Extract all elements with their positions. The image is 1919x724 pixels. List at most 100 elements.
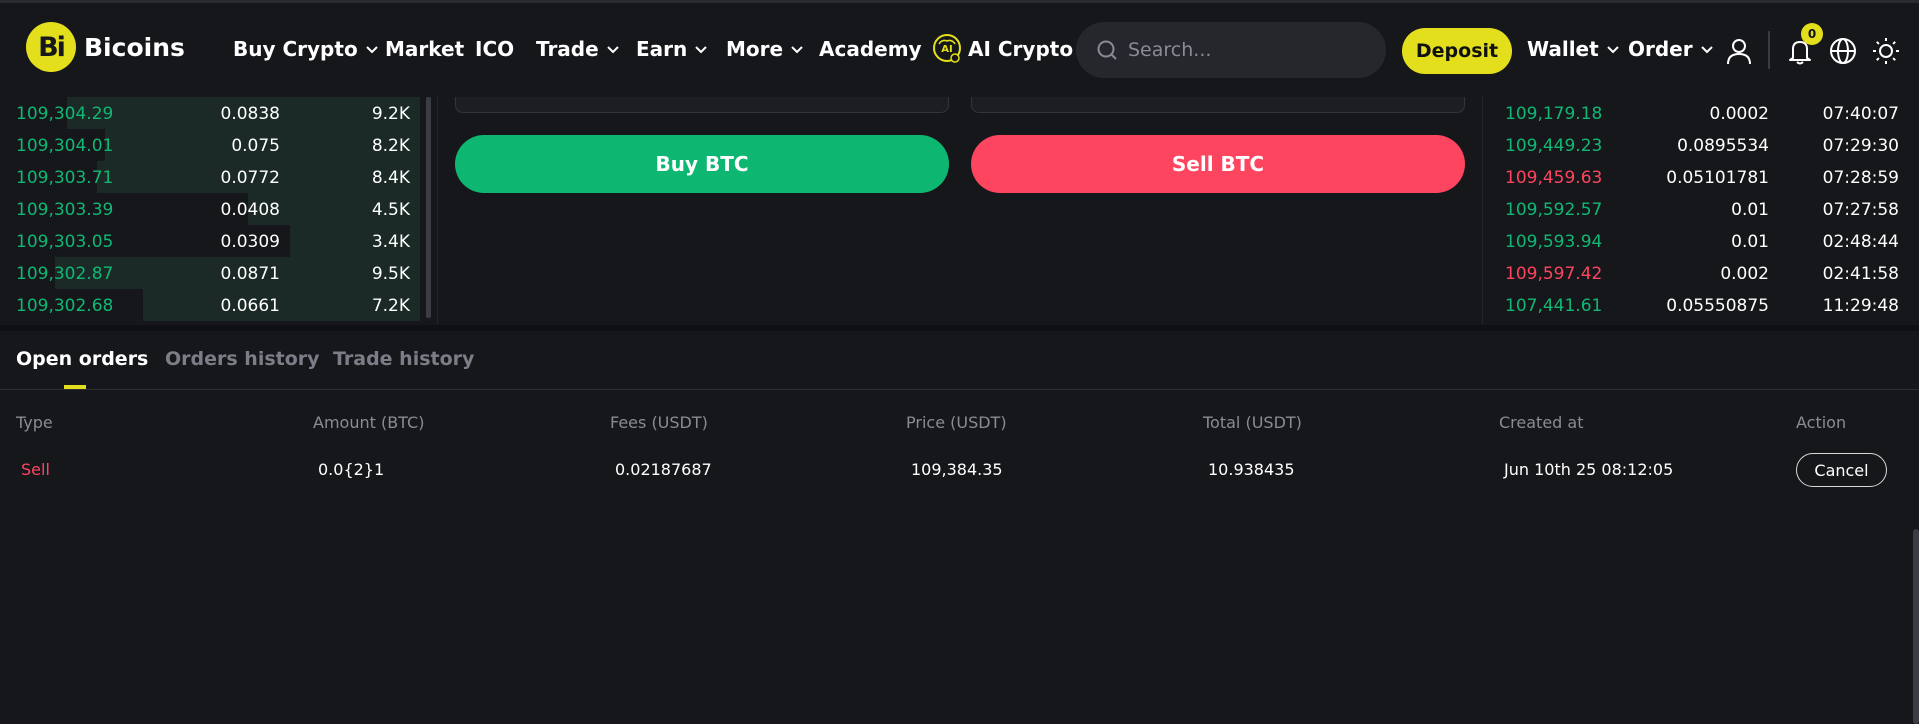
search-icon <box>1097 40 1117 60</box>
order-book: 109,304.29 0.0838 9.2K 109,304.01 0.075 … <box>0 97 431 325</box>
trade-row: 109,593.94 0.01 02:48:44 <box>1489 225 1919 257</box>
order-total: 10.938435 <box>1208 460 1295 479</box>
ai-brain-icon: AI <box>933 34 961 63</box>
chevron-down-icon <box>791 46 803 54</box>
orderbook-amount: 0.0309 <box>220 232 280 252</box>
orderbook-row[interactable]: 109,302.87 0.0871 9.5K <box>0 257 420 289</box>
trade-row: 109,449.23 0.0895534 07:29:30 <box>1489 129 1919 161</box>
trade-price: 109,592.57 <box>1505 200 1603 220</box>
trade-time: 07:28:59 <box>1822 168 1899 188</box>
orderbook-total: 8.4K <box>371 168 410 188</box>
nav-market[interactable]: Market <box>385 37 464 61</box>
tab-orders-history[interactable]: Orders history <box>165 348 320 370</box>
logo-text: Bicoins <box>84 32 185 62</box>
nav-academy[interactable]: Academy <box>819 37 922 61</box>
nav-trade[interactable]: Trade <box>536 37 621 61</box>
trade-amount: 0.0002 <box>1709 104 1769 124</box>
trade-row: 107,441.61 0.05550875 11:29:48 <box>1489 289 1919 321</box>
trade-price: 109,597.42 <box>1505 264 1603 284</box>
nav-wallet[interactable]: Wallet <box>1527 37 1621 61</box>
nav-earn[interactable]: Earn <box>636 37 709 61</box>
trade-time: 07:27:58 <box>1822 200 1899 220</box>
nav-buy-crypto[interactable]: Buy Crypto <box>233 37 380 61</box>
column-header-total: Total (USDT) <box>1203 413 1302 432</box>
column-header-type: Type <box>16 413 53 432</box>
svg-text:AI: AI <box>941 44 952 55</box>
trade-time: 07:29:30 <box>1822 136 1899 156</box>
trade-amount: 0.0895534 <box>1677 136 1769 156</box>
nav-ai-crypto[interactable]: AI AI Crypto <box>930 32 1073 66</box>
trade-price: 107,441.61 <box>1505 296 1603 316</box>
notification-count-badge: 0 <box>1801 23 1823 45</box>
chevron-down-icon <box>1606 46 1619 54</box>
chevron-down-icon <box>695 46 707 54</box>
trade-price: 109,179.18 <box>1505 104 1603 124</box>
nav-ico[interactable]: ICO <box>475 37 514 61</box>
trade-price: 109,449.23 <box>1505 136 1603 156</box>
orderbook-total: 7.2K <box>371 296 410 316</box>
top-navbar: Bi Bicoins Buy Crypto Market ICO Trade E… <box>0 3 1919 97</box>
nav-divider <box>1768 31 1770 69</box>
search-box[interactable] <box>1076 22 1386 78</box>
order-created-at: Jun 10th 25 08:12:05 <box>1504 460 1674 479</box>
orderbook-scrollbar[interactable] <box>426 97 431 318</box>
orderbook-price: 109,303.71 <box>16 168 114 188</box>
sell-btc-button[interactable]: Sell BTC <box>971 135 1465 193</box>
trade-amount: 0.05550875 <box>1666 296 1769 316</box>
page-scrollbar[interactable] <box>1913 529 1919 724</box>
trade-amount: 0.01 <box>1731 232 1769 252</box>
chevron-down-icon <box>606 46 619 54</box>
orderbook-row[interactable]: 109,303.39 0.0408 4.5K <box>0 193 420 225</box>
nav-ico-label: ICO <box>475 37 515 61</box>
nav-order[interactable]: Order <box>1628 37 1715 61</box>
orderbook-amount: 0.0838 <box>220 104 280 124</box>
buy-form-field[interactable] <box>455 97 949 113</box>
nav-earn-label: Earn <box>636 37 688 61</box>
logo-mark: Bi <box>26 22 76 72</box>
sell-form-field[interactable] <box>971 97 1465 113</box>
nav-more-label: More <box>726 37 784 61</box>
search-input[interactable] <box>1128 39 1368 61</box>
orderbook-price: 109,304.29 <box>16 104 114 124</box>
trade-row: 109,459.63 0.05101781 07:28:59 <box>1489 161 1919 193</box>
sun-icon[interactable] <box>1871 36 1901 66</box>
order-type: Sell <box>21 460 50 479</box>
orderbook-row[interactable]: 109,304.29 0.0838 9.2K <box>0 97 420 129</box>
tab-trade-history[interactable]: Trade history <box>333 348 474 370</box>
order-price: 109,384.35 <box>911 460 1003 479</box>
orderbook-total: 3.4K <box>371 232 410 252</box>
nav-more[interactable]: More <box>726 37 805 61</box>
user-icon[interactable] <box>1724 36 1754 66</box>
trade-price: 109,593.94 <box>1505 232 1603 252</box>
trade-form: Buy BTC Sell BTC <box>437 97 1483 325</box>
orderbook-row[interactable]: 109,302.68 0.0661 7.2K <box>0 289 420 321</box>
logo[interactable]: Bi Bicoins <box>26 22 185 72</box>
trade-time: 02:41:58 <box>1822 264 1899 284</box>
orderbook-row[interactable]: 109,303.05 0.0309 3.4K <box>0 225 420 257</box>
trade-row: 109,597.42 0.002 02:41:58 <box>1489 257 1919 289</box>
column-header-fees: Fees (USDT) <box>610 413 708 432</box>
orderbook-row[interactable]: 109,304.01 0.075 8.2K <box>0 129 420 161</box>
tab-open-orders[interactable]: Open orders <box>16 348 148 370</box>
nav-academy-label: Academy <box>819 37 922 61</box>
orderbook-total: 9.5K <box>371 264 410 284</box>
column-header-amount: Amount (BTC) <box>313 413 425 432</box>
globe-icon[interactable] <box>1828 36 1858 66</box>
orderbook-amount: 0.075 <box>231 136 280 156</box>
deposit-button[interactable]: Deposit <box>1402 28 1512 74</box>
nav-wallet-label: Wallet <box>1527 37 1599 61</box>
buy-btc-button[interactable]: Buy BTC <box>455 135 949 193</box>
trade-amount: 0.01 <box>1731 200 1769 220</box>
chevron-down-icon <box>1700 46 1713 54</box>
trade-amount: 0.05101781 <box>1666 168 1769 188</box>
cancel-order-button[interactable]: Cancel <box>1796 453 1887 487</box>
orderbook-row[interactable]: 109,303.71 0.0772 8.4K <box>0 161 420 193</box>
chevron-down-icon <box>365 46 378 54</box>
trade-row: 109,592.57 0.01 07:27:58 <box>1489 193 1919 225</box>
orderbook-price: 109,303.39 <box>16 200 114 220</box>
orderbook-price: 109,302.68 <box>16 296 114 316</box>
trade-amount: 0.002 <box>1720 264 1769 284</box>
recent-trades: 109,179.18 0.0002 07:40:07 109,449.23 0.… <box>1489 97 1919 325</box>
orders-panel: Open orders Orders history Trade history… <box>0 331 1919 724</box>
nav-trade-label: Trade <box>536 37 599 61</box>
